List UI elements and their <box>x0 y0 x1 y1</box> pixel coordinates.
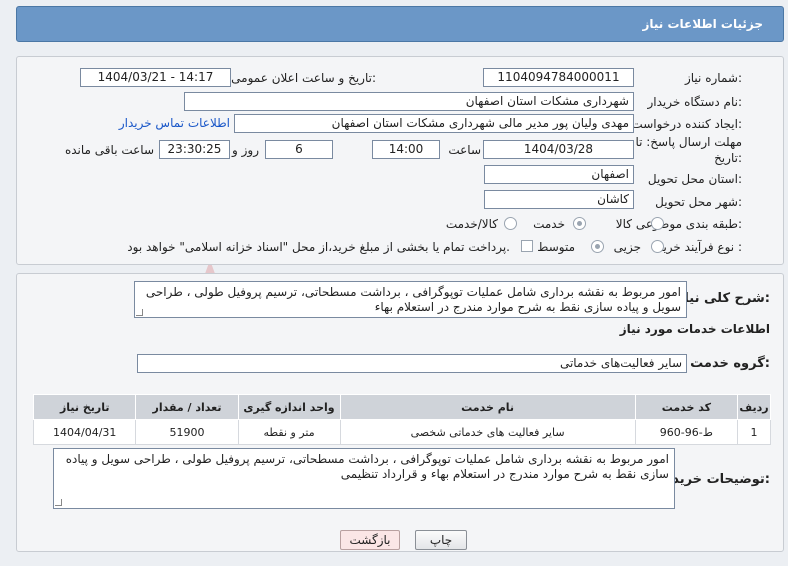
deadline-time-label: ساعت <box>448 143 481 157</box>
buyer-org-label: نام دستگاه خریدار: <box>647 95 743 109</box>
remaining-time-field: 23:30:25 <box>159 140 230 159</box>
buyer-notes-label: توضیحات خریدار: <box>660 472 770 487</box>
buyer-contact-link[interactable]: اطلاعات تماس خریدار <box>119 116 230 130</box>
cell-service-code: ط-96-960 <box>634 419 739 445</box>
need-number-label: شماره نیاز: <box>684 71 742 85</box>
need-number-field: 1104094784000011 <box>483 68 634 87</box>
category-radio-goods[interactable] <box>651 217 664 230</box>
need-info-panel <box>16 56 784 265</box>
summary-resize-handle[interactable] <box>136 309 143 316</box>
cell-service-name: سایر فعالیت های خدماتی شخصی <box>339 419 636 445</box>
province-field: اصفهان <box>484 165 634 184</box>
creator-field: مهدی ولیان پور مدیر مالی شهرداری مشکات ا… <box>234 114 634 133</box>
column-header-quantity: تعداد / مقدار <box>135 394 239 420</box>
deadline-label: مهلت ارسال پاسخ: تا <box>635 135 742 149</box>
treasury-payment-note: پرداخت تمام یا بخشی از مبلغ خرید،از محل … <box>127 240 510 254</box>
process-option-medium: متوسط <box>537 240 575 254</box>
announce-datetime-label: تاریخ و ساعت اعلان عمومی: <box>231 71 376 85</box>
creator-label: ایجاد کننده درخواست: <box>631 117 742 131</box>
buyer-org-field: شهرداری مشکات استان اصفهان <box>184 92 634 111</box>
table-header-row: ردیف کد خدمت نام خدمت واحد اندازه گیری ت… <box>32 394 771 420</box>
city-label: شهر محل تحویل: <box>655 195 742 209</box>
category-radio-service[interactable] <box>573 217 586 230</box>
process-option-minor: جزیی <box>613 240 641 254</box>
buyer-notes-resize-handle[interactable] <box>55 499 62 506</box>
services-table: ردیف کد خدمت نام خدمت واحد اندازه گیری ت… <box>32 394 771 445</box>
category-option-goods-service: کالا/خدمت <box>445 217 498 231</box>
cell-quantity: 51900 <box>135 419 239 445</box>
summary-textarea: امور مربوط به نقشه برداری شامل عملیات تو… <box>134 281 687 318</box>
page-title: جزئیات اطلاعات نیاز <box>642 17 763 31</box>
summary-label: شرح کلی نیاز: <box>676 291 770 306</box>
cell-row-number: 1 <box>737 419 771 445</box>
column-header-service-name: نام خدمت <box>339 394 636 420</box>
announce-datetime-field: 1404/03/21 - 14:17 <box>80 68 231 87</box>
city-field: کاشان <box>484 190 634 209</box>
days-label: روز و <box>232 143 259 157</box>
column-header-service-code: کد خدمت <box>634 394 739 420</box>
cell-need-date: 1404/04/31 <box>32 419 137 445</box>
remaining-time-label: ساعت باقی مانده <box>64 143 154 157</box>
column-header-unit: واحد اندازه گیری <box>237 394 341 420</box>
category-option-goods: کالا <box>615 217 632 231</box>
column-header-row-number: ردیف <box>737 394 771 420</box>
table-row: 1 ط-96-960 سایر فعالیت های خدماتی شخصی م… <box>32 419 771 445</box>
deadline-date-field: 1404/03/28 <box>483 140 634 159</box>
category-option-service: خدمت <box>533 217 565 231</box>
cell-unit: متر و نقطه <box>237 419 341 445</box>
service-group-label: گروه خدمت: <box>690 356 770 371</box>
remaining-days-field: 6 <box>265 140 333 159</box>
category-radio-goods-service[interactable] <box>504 217 517 230</box>
buyer-notes-textarea: امور مربوط به نقشه برداری شامل عملیات تو… <box>53 448 675 509</box>
page-header: جزئیات اطلاعات نیاز <box>16 6 784 42</box>
services-section-title: اطلاعات خدمات مورد نیاز <box>619 322 770 336</box>
process-radio-minor[interactable] <box>651 240 664 253</box>
process-label: نوع فرآیند خرید : <box>657 240 742 254</box>
deadline-time-field: 14:00 <box>372 140 440 159</box>
deadline-date-label: تاریخ: <box>714 151 742 165</box>
column-header-need-date: تاریخ نیاز <box>32 394 137 420</box>
process-radio-medium[interactable] <box>591 240 604 253</box>
print-button[interactable]: چاپ <box>415 530 467 550</box>
treasury-payment-checkbox[interactable] <box>521 240 533 252</box>
service-group-field: سایر فعالیت‌های خدماتی <box>137 354 687 373</box>
province-label: استان محل تحویل: <box>647 172 742 186</box>
back-button[interactable]: بازگشت <box>340 530 400 550</box>
